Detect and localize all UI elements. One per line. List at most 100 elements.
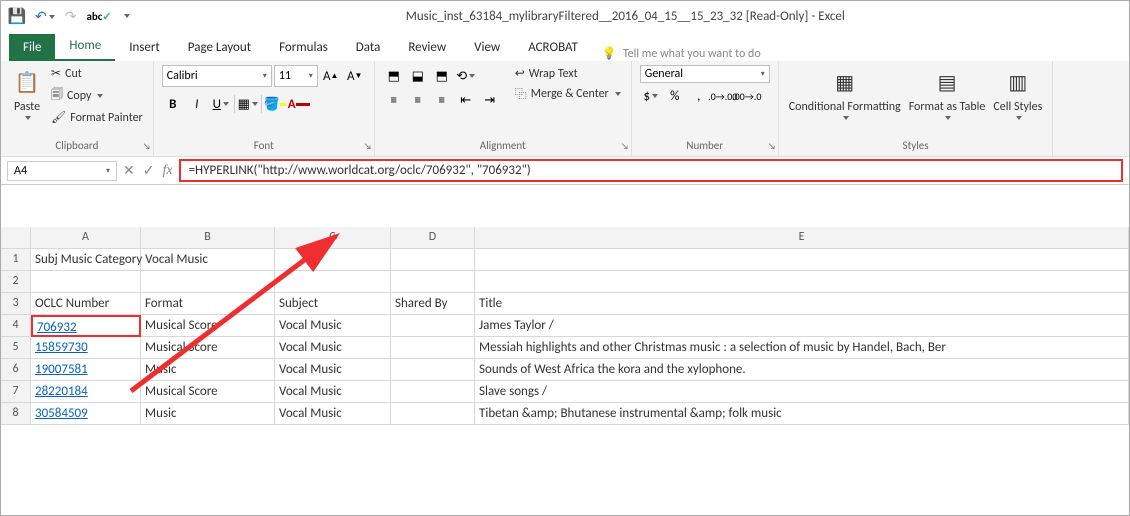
- cell-e1[interactable]: [475, 249, 1129, 271]
- cell-a4[interactable]: 706932: [31, 315, 141, 337]
- worksheet-grid[interactable]: A B C D E 1 Subj Music Category Vocal Mu…: [1, 227, 1129, 425]
- select-all-corner[interactable]: [1, 227, 31, 249]
- font-name-select[interactable]: Calibri▾: [162, 65, 272, 87]
- cell-d5[interactable]: [391, 337, 475, 359]
- enter-icon[interactable]: ✓: [143, 162, 155, 179]
- row-head-4[interactable]: 4: [1, 315, 31, 337]
- cell-styles-button[interactable]: ▥ Cell Styles: [991, 65, 1044, 122]
- format-painter-button[interactable]: 🖌Format Painter: [49, 109, 145, 126]
- tab-page-layout[interactable]: Page Layout: [174, 34, 265, 61]
- cell-e7[interactable]: Slave songs /: [475, 381, 1129, 403]
- cell-d2[interactable]: [391, 271, 475, 293]
- cell-a3[interactable]: OCLC Number: [31, 293, 141, 315]
- accounting-format-button[interactable]: $: [640, 85, 662, 107]
- copy-button[interactable]: 🗐Copy: [49, 84, 145, 107]
- cell-a7[interactable]: 28220184: [31, 381, 141, 403]
- underline-button[interactable]: U: [210, 93, 232, 115]
- tab-review[interactable]: Review: [394, 34, 460, 61]
- percent-button[interactable]: %: [664, 85, 686, 107]
- grow-font-button[interactable]: A▲: [320, 65, 342, 87]
- col-head-d[interactable]: D: [391, 227, 475, 249]
- cell-c8[interactable]: Vocal Music: [275, 403, 391, 425]
- decrease-decimal-button[interactable]: .00→.0: [736, 85, 758, 107]
- cell-d3[interactable]: Shared By: [391, 293, 475, 315]
- cell-d1[interactable]: [391, 249, 475, 271]
- cell-e8[interactable]: Tibetan &amp; Bhutanese instrumental &am…: [475, 403, 1129, 425]
- cell-b2[interactable]: [141, 271, 275, 293]
- cell-e3[interactable]: Title: [475, 293, 1129, 315]
- alignment-launcher-icon[interactable]: ↘: [621, 141, 629, 152]
- bold-button[interactable]: B: [162, 93, 184, 115]
- tab-view[interactable]: View: [460, 34, 514, 61]
- cell-b4[interactable]: Musical Score: [141, 315, 275, 337]
- italic-button[interactable]: I: [186, 93, 208, 115]
- tab-data[interactable]: Data: [342, 34, 395, 61]
- align-middle-button[interactable]: ⬓: [407, 65, 429, 87]
- tab-acrobat[interactable]: ACROBAT: [514, 34, 592, 61]
- cell-c7[interactable]: Vocal Music: [275, 381, 391, 403]
- cell-a8[interactable]: 30584509: [31, 403, 141, 425]
- cell-c2[interactable]: [275, 271, 391, 293]
- spellcheck-button[interactable]: abc✓: [86, 10, 111, 23]
- cell-a6[interactable]: 19007581: [31, 359, 141, 381]
- undo-button[interactable]: ↶: [35, 8, 55, 25]
- orientation-button[interactable]: ⟲: [455, 65, 477, 87]
- paste-button[interactable]: 📋 Paste: [9, 65, 45, 126]
- cut-button[interactable]: ✂Cut: [49, 65, 145, 82]
- cell-c4[interactable]: Vocal Music: [275, 315, 391, 337]
- row-head-3[interactable]: 3: [1, 293, 31, 315]
- wrap-text-button[interactable]: ↩Wrap Text: [513, 65, 623, 82]
- row-head-1[interactable]: 1: [1, 249, 31, 271]
- cell-c1[interactable]: [275, 249, 391, 271]
- conditional-formatting-button[interactable]: ▦ Conditional Formatting: [787, 65, 903, 122]
- cell-b3[interactable]: Format: [141, 293, 275, 315]
- row-head-2[interactable]: 2: [1, 271, 31, 293]
- font-color-button[interactable]: A: [288, 93, 310, 115]
- comma-button[interactable]: ,: [688, 85, 710, 107]
- col-head-b[interactable]: B: [141, 227, 275, 249]
- cancel-icon[interactable]: ✕: [123, 162, 135, 179]
- fill-color-button[interactable]: 🪣: [264, 93, 286, 115]
- increase-indent-button[interactable]: ⇥: [479, 89, 501, 111]
- cell-b6[interactable]: Music: [141, 359, 275, 381]
- cell-d6[interactable]: [391, 359, 475, 381]
- cell-e4[interactable]: James Taylor /: [475, 315, 1129, 337]
- col-head-c[interactable]: C: [275, 227, 391, 249]
- cell-a1[interactable]: Subj Music Category Vocal Music: [31, 249, 141, 271]
- tab-home[interactable]: Home: [55, 32, 115, 61]
- tab-insert[interactable]: Insert: [115, 34, 174, 61]
- font-size-select[interactable]: 11▾: [274, 65, 318, 87]
- increase-decimal-button[interactable]: .0→.00: [712, 85, 734, 107]
- cell-b8[interactable]: Music: [141, 403, 275, 425]
- cell-b7[interactable]: Musical Score: [141, 381, 275, 403]
- cell-b1[interactable]: [141, 249, 275, 271]
- cell-c5[interactable]: Vocal Music: [275, 337, 391, 359]
- align-top-button[interactable]: ⬒: [383, 65, 405, 87]
- cell-c3[interactable]: Subject: [275, 293, 391, 315]
- row-head-8[interactable]: 8: [1, 403, 31, 425]
- align-center-button[interactable]: ≡: [407, 89, 429, 111]
- cell-e6[interactable]: Sounds of West Africa the kora and the x…: [475, 359, 1129, 381]
- cell-e2[interactable]: [475, 271, 1129, 293]
- align-right-button[interactable]: ≡: [431, 89, 453, 111]
- align-bottom-button[interactable]: ⬒: [431, 65, 453, 87]
- col-head-a[interactable]: A: [31, 227, 141, 249]
- decrease-indent-button[interactable]: ⇤: [455, 89, 477, 111]
- cell-a5[interactable]: 15859730: [31, 337, 141, 359]
- number-launcher-icon[interactable]: ↘: [768, 141, 776, 152]
- cell-a2[interactable]: [31, 271, 141, 293]
- align-left-button[interactable]: ≡: [383, 89, 405, 111]
- tell-me-search[interactable]: 💡 Tell me what you want to do: [602, 46, 761, 61]
- tab-formulas[interactable]: Formulas: [265, 34, 342, 61]
- format-as-table-button[interactable]: ▤ Format as Table: [907, 65, 988, 122]
- cell-d7[interactable]: [391, 381, 475, 403]
- save-icon[interactable]: 💾: [9, 8, 25, 24]
- shrink-font-button[interactable]: A▼: [344, 65, 366, 87]
- border-button[interactable]: ▦: [237, 93, 259, 115]
- formula-input[interactable]: =HYPERLINK("http://www.worldcat.org/oclc…: [179, 159, 1123, 182]
- font-launcher-icon[interactable]: ↘: [364, 141, 372, 152]
- row-head-7[interactable]: 7: [1, 381, 31, 403]
- cell-d4[interactable]: [391, 315, 475, 337]
- number-format-select[interactable]: General▾: [640, 65, 770, 83]
- name-box[interactable]: A4▾: [7, 161, 117, 181]
